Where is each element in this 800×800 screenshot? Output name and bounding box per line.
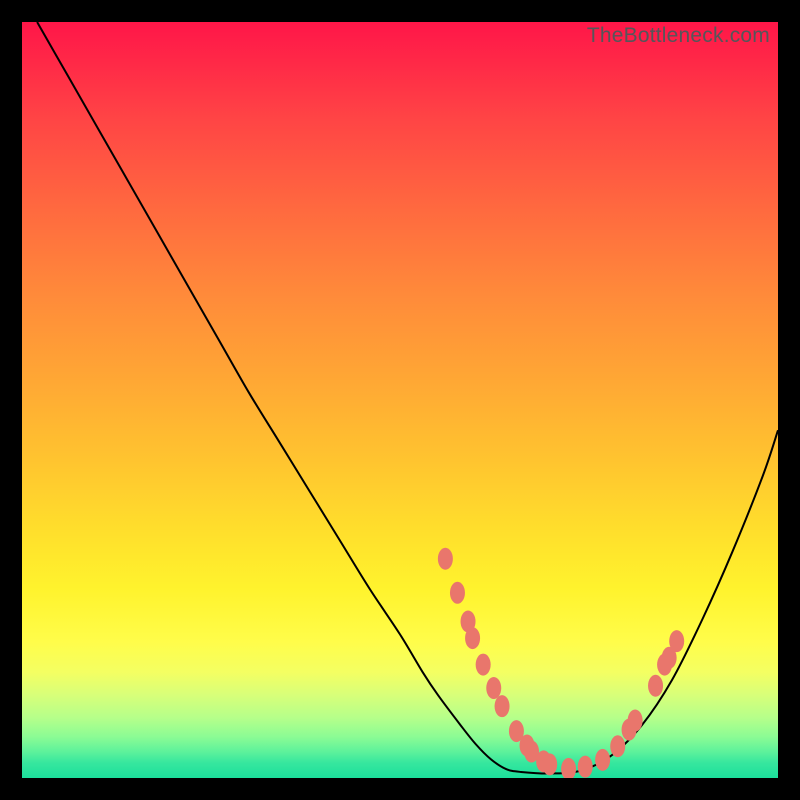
highlight-dot [610,735,625,757]
highlight-dot [648,675,663,697]
highlight-dot [578,756,593,778]
highlight-dot [542,753,557,775]
highlight-dot [595,749,610,771]
chart-frame: TheBottleneck.com [0,0,800,800]
highlight-dot [495,695,510,717]
highlight-dot [669,630,684,652]
watermark-text: TheBottleneck.com [587,24,770,48]
bottleneck-chart [22,22,778,778]
highlight-dot [450,582,465,604]
highlight-dot [628,710,643,732]
highlight-dot [465,627,480,649]
highlight-dot [438,548,453,570]
highlight-dot [561,758,576,778]
chart-plot-area: TheBottleneck.com [22,22,778,778]
highlight-dot [486,677,501,699]
highlight-dot [476,654,491,676]
